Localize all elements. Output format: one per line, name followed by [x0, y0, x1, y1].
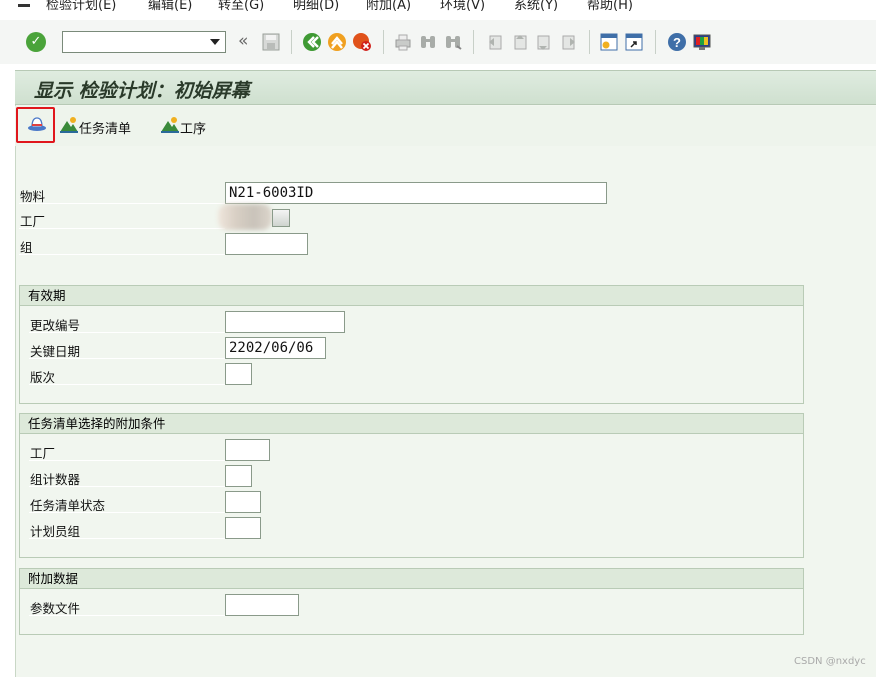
additional-data-group: 附加数据 — [19, 568, 804, 635]
row-underline — [29, 512, 225, 513]
prev-page-icon[interactable] — [509, 32, 529, 52]
layout-menu-icon[interactable] — [692, 32, 712, 52]
chevron-down-icon[interactable] — [210, 39, 220, 45]
change-number-input[interactable] — [225, 311, 345, 333]
selection-plant-input[interactable] — [225, 439, 270, 461]
exit-icon[interactable] — [327, 32, 347, 52]
row-underline — [29, 538, 225, 539]
plant-input-obscured[interactable] — [218, 204, 272, 230]
additional-data-header: 附加数据 — [20, 569, 803, 589]
row-underline — [29, 615, 225, 616]
last-page-icon[interactable] — [559, 32, 579, 52]
validity-group-header: 有效期 — [20, 286, 803, 306]
row-underline — [29, 486, 225, 487]
toolbar-separator — [589, 30, 590, 54]
page-title: 显示 检验计划：初始屏幕 — [34, 80, 250, 102]
selection-criteria-header: 任务清单选择的附加条件 — [20, 414, 803, 434]
back-icon[interactable] — [302, 32, 322, 52]
hat-icon[interactable] — [27, 115, 47, 133]
toolbar-separator — [473, 30, 474, 54]
row-underline — [19, 254, 225, 255]
toolbar-separator — [655, 30, 656, 54]
save-icon[interactable] — [261, 32, 281, 52]
toolbar-separator — [383, 30, 384, 54]
print-icon[interactable] — [393, 32, 413, 52]
group-counter-input[interactable] — [225, 465, 252, 487]
svg-text:?: ? — [673, 35, 681, 50]
collapse-toolbar-icon[interactable]: « — [238, 31, 248, 51]
application-toolbar — [15, 106, 876, 146]
system-menu-icon[interactable] — [18, 4, 30, 7]
group-input[interactable] — [225, 233, 308, 255]
validity-group: 有效期 — [19, 285, 804, 404]
operations-icon[interactable] — [160, 116, 180, 134]
row-underline — [29, 358, 225, 359]
menu-goto[interactable]: 转至(G) — [218, 0, 264, 13]
find-next-icon[interactable] — [443, 32, 463, 52]
row-underline — [29, 384, 225, 385]
menu-environment[interactable]: 环境(V) — [440, 0, 485, 13]
row-underline — [19, 228, 225, 229]
menu-details[interactable]: 明细(D) — [293, 0, 339, 13]
shortcut-icon[interactable] — [624, 32, 644, 52]
parameter-file-input[interactable] — [225, 594, 299, 616]
command-field[interactable] — [62, 31, 226, 53]
row-underline — [29, 332, 225, 333]
first-page-icon[interactable] — [484, 32, 504, 52]
next-page-icon[interactable] — [534, 32, 554, 52]
task-list-button[interactable]: 任务清单 — [79, 118, 131, 137]
help-icon[interactable]: ? — [667, 32, 687, 52]
enter-icon[interactable]: ✓ — [26, 32, 46, 52]
menu-edit[interactable]: 编辑(E) — [148, 0, 192, 13]
value-help-button[interactable] — [272, 209, 290, 227]
menu-help[interactable]: 帮助(H) — [587, 0, 633, 13]
find-icon[interactable] — [418, 32, 438, 52]
menu-system[interactable]: 系统(Y) — [514, 0, 558, 13]
revision-input[interactable] — [225, 363, 252, 385]
row-underline — [29, 460, 225, 461]
create-session-icon[interactable] — [599, 32, 619, 52]
operations-button[interactable]: 工序 — [180, 118, 206, 137]
row-underline — [19, 203, 225, 204]
toolbar-separator — [291, 30, 292, 54]
material-input[interactable]: N21-6003ID — [225, 182, 607, 204]
menu-inspection-plan[interactable]: 检验计划(E) — [46, 0, 116, 13]
task-list-status-input[interactable] — [225, 491, 261, 513]
menu-extras[interactable]: 附加(A) — [366, 0, 411, 13]
watermark: CSDN @nxdyc — [794, 656, 866, 667]
menu-bar: 检验计划(E) 编辑(E) 转至(G) 明细(D) 附加(A) 环境(V) 系统… — [0, 0, 876, 18]
task-list-icon[interactable] — [59, 116, 79, 134]
cancel-icon[interactable] — [352, 32, 372, 52]
key-date-input[interactable]: 2202/06/06 — [225, 337, 326, 359]
planner-group-input[interactable] — [225, 517, 261, 539]
